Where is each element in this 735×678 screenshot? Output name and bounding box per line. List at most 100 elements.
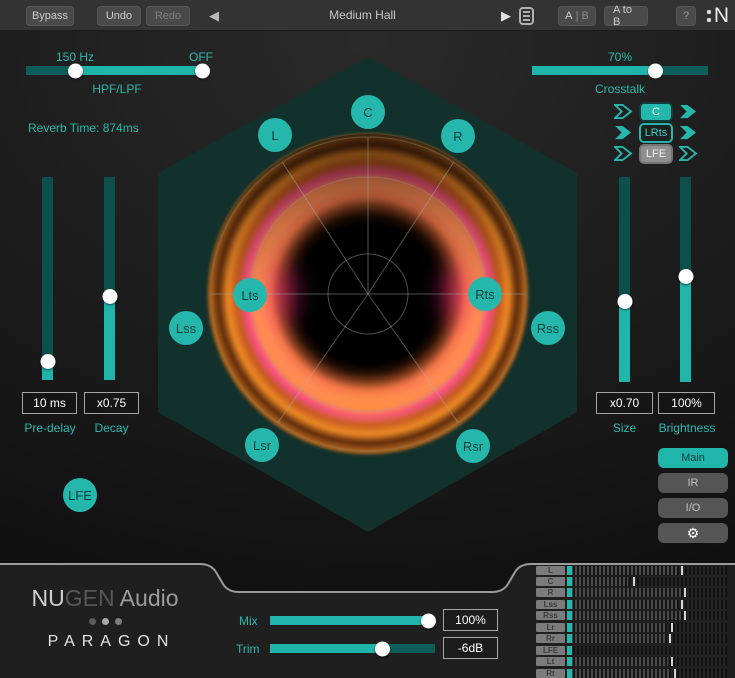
size-fader[interactable] bbox=[619, 177, 630, 382]
meter-peak-tick bbox=[684, 588, 686, 597]
size-handle[interactable] bbox=[617, 294, 632, 309]
meter-peak-tick bbox=[669, 634, 671, 643]
mix-handle[interactable] bbox=[421, 613, 436, 628]
size-label: Size bbox=[596, 421, 653, 435]
brand-nu: NU bbox=[31, 585, 64, 611]
meter-label: L bbox=[536, 566, 565, 575]
speaker-node-r[interactable]: R bbox=[441, 119, 475, 153]
view-button-main[interactable]: Main bbox=[658, 448, 728, 468]
meter-row-l: L bbox=[536, 566, 727, 575]
meter-label: Lss bbox=[536, 600, 565, 609]
speaker-node-lfe[interactable]: LFE bbox=[63, 478, 97, 512]
crosstalk-fill bbox=[532, 66, 655, 75]
meter-track bbox=[567, 634, 727, 643]
gear-icon: ⚙ bbox=[687, 525, 700, 542]
speaker-node-rsr[interactable]: Rsr bbox=[456, 429, 490, 463]
ab-compare-button[interactable]: A | B bbox=[558, 6, 596, 26]
view-button-io[interactable]: I/O bbox=[658, 498, 728, 518]
mix-label: Mix bbox=[239, 614, 258, 628]
chevron-in-hollow-icon[interactable] bbox=[614, 104, 633, 119]
mix-value[interactable]: 100% bbox=[443, 609, 498, 631]
meter-track bbox=[567, 657, 727, 666]
trim-handle[interactable] bbox=[375, 641, 390, 656]
meter-peak-tick bbox=[684, 611, 686, 620]
chevron-out-filled-icon[interactable] bbox=[679, 125, 698, 140]
view-button-ir[interactable]: IR bbox=[658, 473, 728, 493]
meter-track bbox=[567, 566, 727, 575]
meter-row-rr: Rr bbox=[536, 634, 727, 643]
lpf-value-label: OFF bbox=[178, 50, 224, 64]
routing-button-c[interactable]: C bbox=[639, 102, 673, 122]
meter-peak-tick bbox=[633, 577, 635, 586]
help-button[interactable]: ? bbox=[676, 6, 696, 26]
predelay-label: Pre-delay bbox=[19, 421, 81, 435]
meter-label: Rr bbox=[536, 634, 565, 643]
crosstalk-value-label: 70% bbox=[590, 50, 650, 64]
brightness-fill bbox=[680, 277, 691, 382]
hpf-value-label: 150 Hz bbox=[45, 50, 105, 64]
brightness-handle[interactable] bbox=[678, 269, 693, 284]
crosstalk-handle[interactable] bbox=[648, 63, 663, 78]
redo-button[interactable]: Redo bbox=[146, 6, 190, 26]
size-value[interactable]: x0.70 bbox=[596, 392, 653, 414]
nugen-logo-n: N bbox=[714, 4, 729, 28]
chevron-in-filled-icon[interactable] bbox=[614, 125, 633, 140]
meter-row-lfe: LFE bbox=[536, 646, 727, 655]
predelay-fader[interactable] bbox=[42, 177, 53, 380]
meter-row-lt: Lt bbox=[536, 657, 727, 666]
trim-value[interactable]: -6dB bbox=[443, 637, 498, 659]
predelay-handle[interactable] bbox=[40, 354, 55, 369]
brightness-value[interactable]: 100% bbox=[658, 392, 715, 414]
hpf-lpf-label: HPF/LPF bbox=[62, 82, 172, 96]
routing-button-lrts[interactable]: LRts bbox=[639, 123, 673, 143]
meter-track bbox=[567, 577, 727, 586]
bypass-button[interactable]: Bypass bbox=[26, 6, 74, 26]
reverb-time-readout: Reverb Time: 874ms bbox=[28, 121, 198, 135]
preset-name[interactable]: Medium Hall bbox=[280, 8, 445, 22]
hpf-lpf-slider[interactable] bbox=[26, 66, 209, 75]
meter-track bbox=[567, 669, 727, 678]
lpf-handle[interactable] bbox=[195, 63, 210, 78]
meter-track bbox=[567, 611, 727, 620]
brightness-fader[interactable] bbox=[680, 177, 691, 382]
decay-handle[interactable] bbox=[102, 289, 117, 304]
meter-peak-tick bbox=[671, 623, 673, 632]
settings-button[interactable]: ⚙ bbox=[658, 523, 728, 543]
preset-menu-icon[interactable] bbox=[519, 7, 534, 25]
size-fill bbox=[619, 302, 630, 382]
chevron-out-hollow-icon[interactable] bbox=[679, 146, 698, 161]
paragon-plugin-window: Bypass Undo Redo ◀ Medium Hall ▶ A | B A… bbox=[0, 0, 735, 678]
speaker-node-rts[interactable]: Rts bbox=[468, 277, 502, 311]
meter-row-lss: Lss bbox=[536, 600, 727, 609]
decay-fader[interactable] bbox=[104, 177, 115, 380]
ab-separator: | bbox=[576, 10, 579, 22]
routing-button-lfe[interactable]: LFE bbox=[639, 144, 673, 164]
trim-slider[interactable] bbox=[270, 644, 435, 653]
meter-row-rt: Rt bbox=[536, 669, 727, 678]
meter-row-c: C bbox=[536, 577, 727, 586]
crosstalk-slider[interactable] bbox=[532, 66, 708, 75]
meter-track bbox=[567, 600, 727, 609]
meter-peak-tick bbox=[681, 566, 683, 575]
a-to-b-button[interactable]: A to B bbox=[604, 6, 648, 26]
chevron-in-hollow-icon[interactable] bbox=[614, 146, 633, 161]
meter-label: Rt bbox=[536, 669, 565, 678]
speaker-node-c[interactable]: C bbox=[351, 95, 385, 129]
speaker-node-lts[interactable]: Lts bbox=[233, 278, 267, 312]
predelay-value[interactable]: 10 ms bbox=[22, 392, 77, 414]
meter-peak-tick bbox=[674, 669, 676, 678]
routing-row-c: C bbox=[608, 101, 704, 122]
routing-row-lfe: LFE bbox=[608, 143, 704, 164]
crosstalk-label: Crosstalk bbox=[565, 82, 675, 96]
speaker-node-lsr[interactable]: Lsr bbox=[245, 428, 279, 462]
mix-slider[interactable] bbox=[270, 616, 435, 625]
speaker-node-rss[interactable]: Rss bbox=[531, 311, 565, 345]
hpf-handle[interactable] bbox=[68, 63, 83, 78]
speaker-node-lss[interactable]: Lss bbox=[169, 311, 203, 345]
preset-next-icon[interactable]: ▶ bbox=[496, 5, 516, 27]
decay-value[interactable]: x0.75 bbox=[84, 392, 139, 414]
undo-button[interactable]: Undo bbox=[97, 6, 141, 26]
speaker-node-l[interactable]: L bbox=[258, 118, 292, 152]
preset-prev-icon[interactable]: ◀ bbox=[204, 5, 224, 27]
chevron-out-filled-icon[interactable] bbox=[679, 104, 698, 119]
